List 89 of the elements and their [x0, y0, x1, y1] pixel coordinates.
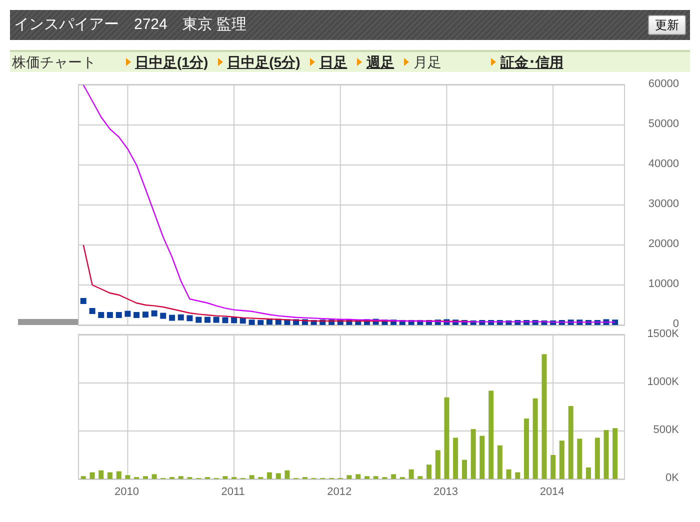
volume-bar	[515, 472, 520, 479]
axis-label: 2010	[114, 487, 139, 498]
volume-bar	[391, 474, 396, 479]
axis-label: 1000K	[647, 377, 679, 388]
volume-bar	[426, 464, 432, 479]
nav-label: 株価チャート	[11, 52, 97, 72]
volume-bar	[497, 445, 502, 479]
candle	[186, 315, 193, 322]
volume-bar	[594, 438, 600, 479]
volume-bar	[266, 472, 272, 479]
candle	[124, 310, 131, 317]
volume-bar	[612, 428, 618, 479]
arrow-icon	[126, 58, 131, 66]
volume-bar	[408, 469, 414, 479]
axis-label: 50000	[648, 119, 679, 130]
volume-bar	[80, 476, 86, 479]
arrow-icon	[218, 58, 224, 66]
candle	[222, 317, 228, 324]
axis-label: 2011	[221, 487, 245, 498]
candle	[169, 314, 176, 321]
nav-link[interactable]: 日中足(1分)	[135, 52, 208, 72]
nav-link[interactable]: 月足	[413, 52, 442, 72]
nav-link[interactable]: 日中足(5分)	[227, 52, 300, 72]
axis-label: 2012	[327, 487, 352, 498]
volume-bar	[524, 418, 529, 479]
volume-bar	[107, 472, 112, 479]
arrow-icon	[404, 58, 410, 66]
axis-label: 40000	[648, 159, 679, 170]
volume-bar	[480, 436, 485, 479]
volume-bar	[98, 470, 104, 479]
volume-bar	[178, 476, 184, 479]
refresh-button[interactable]: 更新	[648, 15, 686, 35]
candle	[151, 310, 158, 316]
volume-bar	[462, 460, 467, 479]
axis-label: 0	[672, 319, 679, 330]
arrow-icon	[357, 58, 362, 66]
axis-label: 10000	[648, 279, 679, 290]
arrow-icon	[310, 58, 316, 66]
volume-bar	[453, 438, 458, 479]
volume-bar	[577, 438, 582, 479]
volume-bar	[435, 450, 440, 479]
volume-bar	[90, 472, 95, 479]
candle	[80, 298, 86, 304]
candle	[142, 312, 148, 318]
candle	[98, 312, 104, 318]
candle	[89, 308, 96, 314]
nav-link[interactable]: 日足	[319, 52, 348, 72]
volume-bar	[559, 440, 564, 479]
nav-link[interactable]: 証金･信用	[500, 52, 564, 72]
volume-bar	[222, 476, 228, 479]
volume-bar	[550, 455, 556, 479]
volume-bar	[284, 470, 290, 479]
candle	[248, 320, 255, 326]
volume-bar	[356, 474, 361, 479]
volume-bar	[116, 471, 122, 479]
volume-bar	[364, 476, 370, 479]
nav-link[interactable]: 週足	[366, 52, 394, 72]
axis-label: 20000	[648, 239, 679, 250]
axis-label: 30000	[648, 199, 679, 210]
volume-bar	[125, 475, 130, 479]
candle	[258, 320, 264, 326]
axis-label: 1500K	[647, 329, 679, 340]
candle	[178, 314, 184, 320]
volume-bar	[418, 476, 423, 479]
candle	[134, 312, 140, 318]
volume-bar	[373, 476, 378, 479]
volume-bar	[142, 476, 148, 479]
volume-bar	[506, 469, 512, 479]
volume-bar	[346, 475, 352, 479]
volume-bar	[152, 474, 157, 479]
range-bar	[18, 319, 78, 325]
candle	[204, 316, 210, 323]
axis-label: 2014	[540, 487, 564, 498]
candle	[160, 312, 166, 319]
candle	[213, 316, 220, 323]
volume-bar	[276, 473, 281, 479]
axis-label: 2013	[433, 487, 458, 498]
candle	[106, 312, 113, 318]
arrow-icon	[491, 58, 496, 66]
volume-bar	[586, 467, 591, 479]
volume-bar	[470, 429, 476, 479]
axis-label: 60000	[648, 79, 679, 90]
axis-label: 500K	[653, 425, 679, 436]
volume-bar	[604, 430, 609, 479]
candle	[196, 316, 202, 323]
candle	[116, 312, 122, 318]
axis-label: 0K	[666, 473, 679, 484]
volume-bar	[249, 475, 254, 479]
stock-title: インスパイアー 2724 東京 監理	[14, 14, 247, 35]
